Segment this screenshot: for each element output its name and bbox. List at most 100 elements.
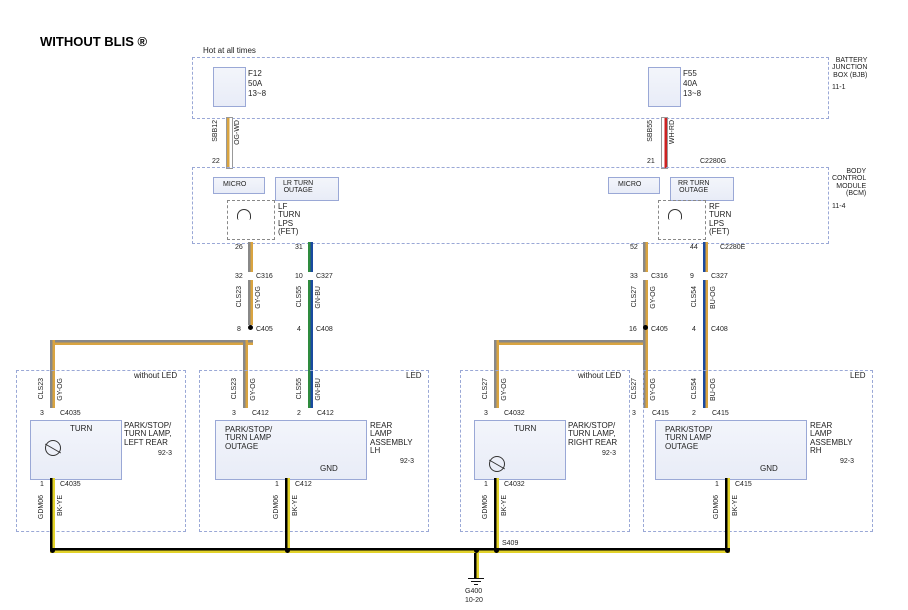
group-lr-t: LED — [406, 372, 422, 380]
h-gyog-r — [494, 340, 648, 345]
rr-gnd-wire — [725, 478, 730, 548]
ll-wire: CLS23 — [38, 378, 45, 399]
h-gyog-l — [50, 340, 253, 345]
bcm-micro-l-t: MICRO — [223, 181, 246, 188]
bcm-outage-l-t: LR TURN OUTAGE — [283, 180, 313, 195]
rr-bot-conn: C415 — [735, 481, 752, 488]
rr-in2-conn: C415 — [712, 410, 729, 417]
hot-at-all-times: Hot at all times — [203, 47, 256, 55]
rl-gcol: BK-YE — [501, 495, 508, 516]
fuse-f55-id: F55 — [683, 70, 697, 78]
rl-top-pin: 3 — [484, 410, 488, 417]
cls54-col: BU-OG — [710, 286, 717, 309]
bcm-fet-r-t: RF TURN LPS (FET) — [709, 203, 731, 237]
rr-bot-pin: 1 — [715, 481, 719, 488]
group-rr-t: LED — [850, 372, 866, 380]
bcm-micro-r-t: MICRO — [618, 181, 641, 188]
wire-sbb55 — [661, 117, 668, 169]
gnd-bus — [50, 548, 730, 553]
ground-name: G400 — [465, 588, 482, 595]
pin-l1b: 32 — [235, 273, 243, 280]
rr-name: REAR LAMP ASSEMBLY RH — [810, 422, 853, 456]
rr-in2-pin: 2 — [692, 410, 696, 417]
wire-cls54-b — [703, 280, 708, 325]
pin-r2b: 9 — [690, 273, 694, 280]
bjb-box — [192, 57, 829, 119]
lr-in1-conn: C412 — [252, 410, 269, 417]
rl-bot-pin: 1 — [484, 481, 488, 488]
wire-sbb12 — [226, 117, 233, 169]
ll-bot-conn: C4035 — [60, 481, 81, 488]
lr-in2-pin: 2 — [297, 410, 301, 417]
ground-icon — [468, 578, 484, 587]
fuse-f12 — [213, 67, 246, 107]
ll-top-conn: C4035 — [60, 410, 81, 417]
fuse-f55 — [648, 67, 681, 107]
cls27-col: GY-OG — [650, 286, 657, 309]
bcm-ref: 11-4 — [832, 203, 846, 210]
pin-d-r1: 16 — [629, 326, 637, 333]
lr-in2-col: GN-BU — [315, 378, 322, 401]
rr-in2-wire: CLS54 — [691, 378, 698, 399]
rl-turn: TURN — [514, 425, 536, 433]
conn-l2b: C327 — [316, 273, 333, 280]
conn-d-r2: C408 — [711, 326, 728, 333]
pin-l2b: 10 — [295, 273, 303, 280]
conn-c2280g: C2280G — [700, 158, 726, 165]
lr-in1-w — [243, 372, 248, 408]
node-l1 — [248, 325, 253, 330]
pin-d-l2: 4 — [297, 326, 301, 333]
wire-cls27-a — [643, 242, 648, 272]
lr-name: REAR LAMP ASSEMBLY LH — [370, 422, 413, 456]
pin-r2: 44 — [690, 244, 698, 251]
bulb-icon — [45, 440, 61, 456]
ll-gnd-wire — [50, 478, 55, 548]
conn-r2b: C327 — [711, 273, 728, 280]
rl-top-conn: C4032 — [504, 410, 525, 417]
wire-cls55-b — [308, 280, 313, 325]
lr-gwire: GDM06 — [273, 495, 280, 519]
lr-gnd: GND — [320, 465, 338, 473]
ground-loc: 10-20 — [465, 597, 483, 604]
pin-bjb-l: 22 — [212, 158, 220, 165]
sbb55-color: WH-RD — [669, 120, 676, 144]
conn-c2280e: C2280E — [720, 244, 745, 251]
rr-gwire: GDM06 — [713, 495, 720, 519]
wire-cls54-a — [703, 242, 708, 272]
fuse-f55-loc: 13~8 — [683, 90, 701, 98]
pin-r1: 52 — [630, 244, 638, 251]
fuse-f12-loc: 13~8 — [248, 90, 266, 98]
rr-in1-col: GY-OG — [650, 378, 657, 401]
fuse-f55-amp: 40A — [683, 80, 697, 88]
lr-in2-wire: CLS55 — [296, 378, 303, 399]
conn-r1b: C316 — [651, 273, 668, 280]
sbb12-color: OG-WD — [234, 120, 241, 145]
lr-in1-pin: 3 — [232, 410, 236, 417]
ll-ref: 92-3 — [158, 450, 172, 457]
wire-cls23-b — [248, 280, 253, 325]
rl-wire: CLS27 — [482, 378, 489, 399]
lr-gcol: BK-YE — [292, 495, 299, 516]
group-ll-t: without LED — [134, 372, 177, 380]
ll-top-pin: 3 — [40, 410, 44, 417]
pin-l1: 26 — [235, 244, 243, 251]
pin-d-l1: 8 — [237, 326, 241, 333]
conn-d-r1: C405 — [651, 326, 668, 333]
rr-gnd: GND — [760, 465, 778, 473]
group-rl-t: without LED — [578, 372, 621, 380]
pin-bjb-r: 21 — [647, 158, 655, 165]
ll-gwire: GDM06 — [38, 495, 45, 519]
lr-bot-pin: 1 — [275, 481, 279, 488]
bjb-ref: 11-1 — [832, 84, 846, 91]
lr-gnd-wire — [285, 478, 290, 548]
bcm-fet-r — [658, 200, 706, 240]
conn-d-l1: C405 — [256, 326, 273, 333]
lr-bot-conn: C412 — [295, 481, 312, 488]
bcm-fet-l — [227, 200, 275, 240]
rr-in2-col: BU-OG — [710, 378, 717, 401]
wire-cls55-a — [308, 242, 313, 272]
pin-r1b: 33 — [630, 273, 638, 280]
ll-turn: TURN — [70, 425, 92, 433]
cls23-code: CLS23 — [236, 286, 243, 307]
rr-gcol: BK-YE — [732, 495, 739, 516]
